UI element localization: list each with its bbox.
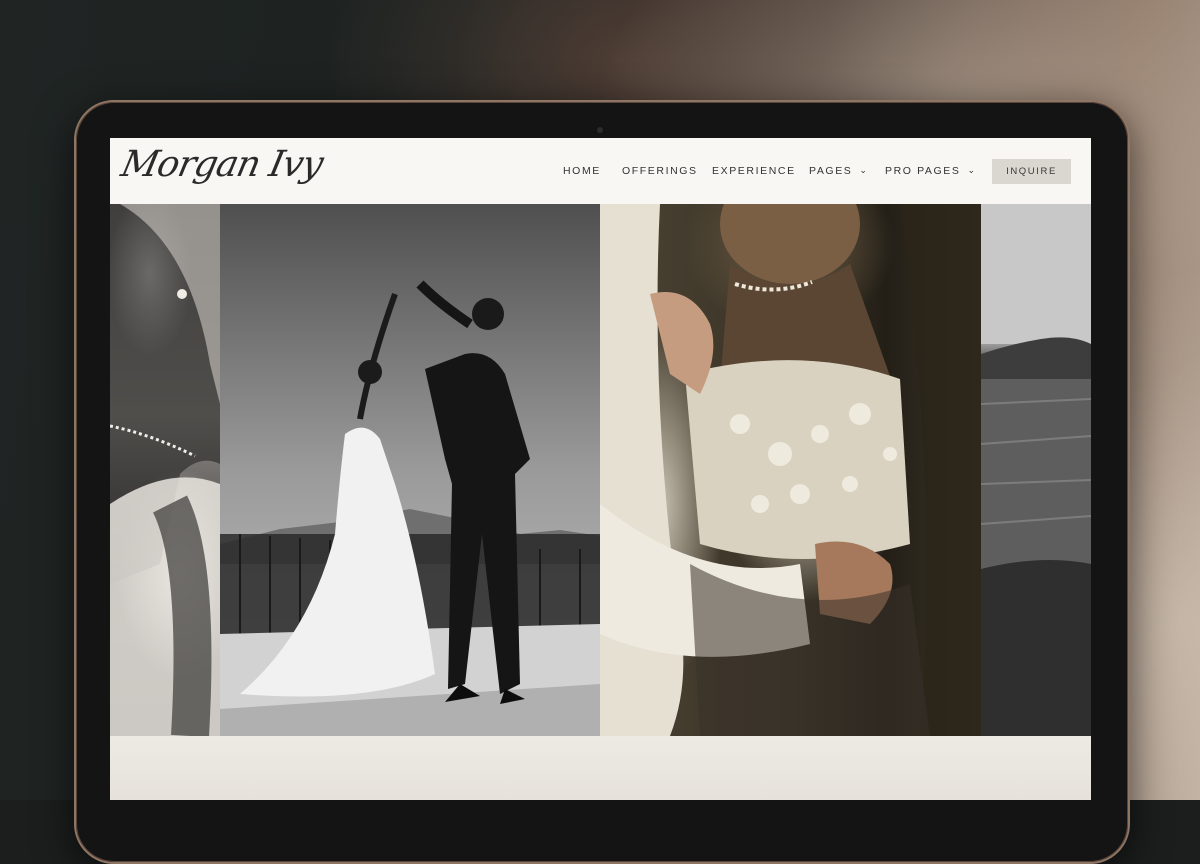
gallery-photo-beach xyxy=(981,204,1091,736)
nav-pages[interactable]: PAGES ⌄ xyxy=(809,164,869,178)
site-logo[interactable]: Morgan Ivy xyxy=(118,144,326,185)
gallery-photo-bride-earring xyxy=(110,204,220,736)
nav-experience-label: EXPERIENCE xyxy=(712,165,796,177)
nav-home-label: HOME xyxy=(563,165,601,177)
nav-experience[interactable]: EXPERIENCE xyxy=(712,165,796,177)
nav-pro-pages-label: PRO PAGES xyxy=(885,165,961,177)
photo-art-3 xyxy=(600,204,981,736)
inquire-button[interactable]: INQUIRE xyxy=(992,159,1071,184)
nav-offerings[interactable]: OFFERINGS xyxy=(622,165,698,177)
photo-art-4 xyxy=(981,204,1091,736)
photo-art-1 xyxy=(110,204,220,736)
gallery-photo-couple-dancing xyxy=(220,204,600,736)
hero-gallery xyxy=(110,204,1091,736)
nav-offerings-label: OFFERINGS xyxy=(622,165,698,177)
nav-pages-label: PAGES xyxy=(809,165,853,177)
nav-home[interactable]: HOME xyxy=(563,165,601,177)
website-screen: Morgan Ivy HOME OFFERINGS EXPERIENCE PAG… xyxy=(110,138,1091,800)
chevron-down-icon: ⌄ xyxy=(859,164,869,175)
chevron-down-icon: ⌄ xyxy=(967,164,977,175)
webcam xyxy=(597,127,603,133)
site-header: Morgan Ivy HOME OFFERINGS EXPERIENCE PAG… xyxy=(110,138,1091,204)
content-section xyxy=(110,736,1091,800)
nav-pro-pages[interactable]: PRO PAGES ⌄ xyxy=(885,164,977,178)
gallery-photo-couple-embrace xyxy=(600,204,981,736)
photo-art-2 xyxy=(220,204,600,736)
